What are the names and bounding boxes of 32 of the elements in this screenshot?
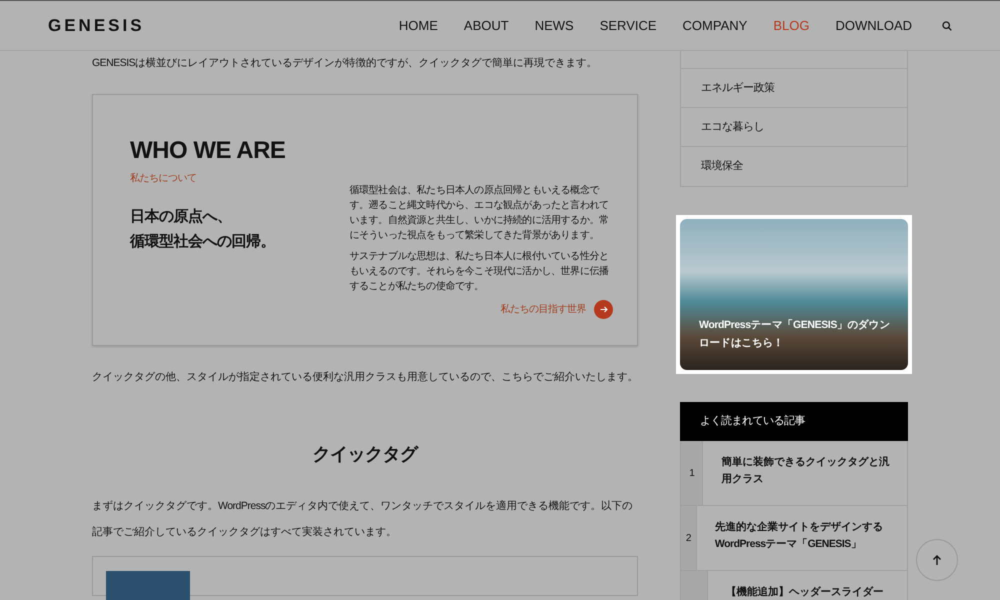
- banner-text: WordPressテーマ「GENESIS」のダウンロードはこちら！: [699, 318, 891, 351]
- intro-text: GENESISは横並びにレイアウトされているデザインが特徴的ですが、クイックタグで簡単に再現できます。: [92, 56, 598, 71]
- ranking-item[interactable]: 2 先進的な企業サイトをデザインするWordPressテーマ「GENESIS」: [680, 506, 908, 571]
- card-heading: 日本の原点へ、 循環型社会への回帰。: [130, 206, 276, 252]
- card-body-text: サステナブルな思想は、私たち日本人に根付いている性分ともいえるのです。それらを今こそ現代に活かし、世界に伝播することが私たちの使命です。: [349, 250, 610, 294]
- section-heading: クイックタグ: [312, 444, 420, 466]
- article-title: 【機能追加】ヘッダースライダー: [726, 585, 884, 600]
- site-logo[interactable]: GENESIS: [48, 12, 145, 38]
- nav-link[interactable]: SERVICE: [600, 16, 657, 36]
- nav-link[interactable]: NEWS: [534, 16, 574, 36]
- card-subtitle: 私たちについて: [130, 172, 198, 186]
- card-title: WHO WE ARE: [130, 138, 286, 163]
- search-icon[interactable]: [942, 20, 952, 30]
- nav-link[interactable]: HOME: [398, 16, 438, 36]
- download-banner[interactable]: WordPressテーマ「GENESIS」のダウンロードはこちら！: [680, 219, 908, 370]
- nav-link[interactable]: COMPANY: [682, 16, 748, 36]
- card-body-text: 循環型社会は、私たち日本人の原点回帰ともいえる概念です。遡ること縄文時代から、エコな観点があったと言われています。自然資源と共生し、いかに持続的に活用するか。常にそういった視点をもって繁栄してきた背景があります。: [349, 184, 610, 243]
- article-title: 簡単に装飾できるクイックタグと汎用クラス: [721, 455, 890, 488]
- rank-number: 2: [686, 532, 691, 546]
- category-link[interactable]: 環境保全: [681, 147, 907, 186]
- category-link[interactable]: エネルギー政策: [681, 69, 907, 108]
- body-text: クイックタグの他、スタイルが指定されている便利な汎用クラスも用意しているので、こちらでご紹介いたします。: [92, 370, 638, 385]
- rank-number: 1: [689, 466, 694, 480]
- article-title: 先進的な企業サイトをデザインするWordPressテーマ「GENESIS」: [714, 520, 884, 552]
- arrow-up-icon: [932, 554, 942, 566]
- ranking-item[interactable]: 【機能追加】ヘッダースライダー: [680, 571, 908, 600]
- nav-link[interactable]: DOWNLOAD: [835, 16, 912, 36]
- nav-link[interactable]: ABOUT: [464, 16, 509, 36]
- ranking-title: よく読まれている記事: [680, 402, 908, 441]
- ranking-item[interactable]: 1 簡単に装飾できるクイックタグと汎用クラス: [680, 441, 908, 506]
- category-link[interactable]: エコな暮らし: [681, 108, 907, 147]
- body-text: まずはクイックタグです。WordPressのエディタ内で使えて、ワンタッチでスタイルを適用できる機能です。以下の記事でご紹介しているクイックタグはすべて実装されています。: [92, 499, 634, 540]
